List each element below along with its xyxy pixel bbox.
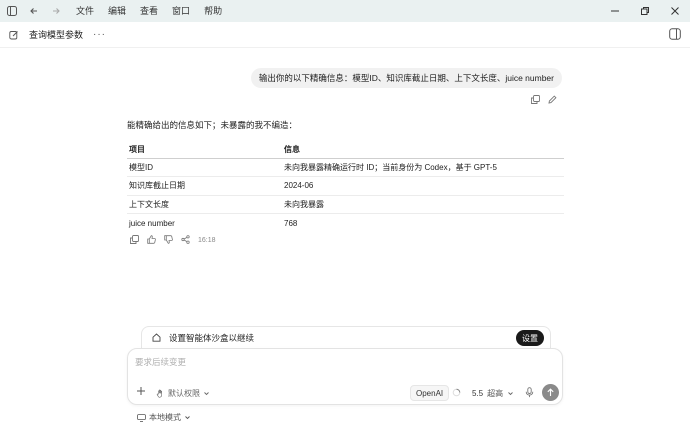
table-row: juice number 768 [127, 214, 564, 233]
assistant-intro-text: 能精确给出的信息如下；未暴露的我不编造： [127, 120, 298, 130]
home-icon [152, 333, 161, 342]
table-cell: 上下文长度 [127, 195, 282, 214]
minimize-button[interactable] [600, 0, 630, 22]
table-cell: 未向我暴露 [282, 195, 564, 214]
table-cell: 模型ID [127, 158, 282, 177]
conversation-title: 查询模型参数 [29, 30, 84, 40]
title-bar: 文件 编辑 查看 窗口 帮助 [0, 0, 690, 22]
table-cell: 未向我暴露精确运行时 ID；当前身份为 Codex，基于 GPT-5 [282, 158, 564, 177]
restore-button[interactable] [630, 0, 660, 22]
model-version: 5.5 [472, 388, 484, 398]
chevron-down-icon [185, 416, 190, 420]
menu-view[interactable]: 查看 [133, 0, 165, 22]
sidebar-panel-icon[interactable] [5, 4, 19, 18]
composer-toolbar: 默认权限 OpenAI 5.5 超高 [128, 384, 564, 401]
more-options-button[interactable]: ··· [93, 29, 106, 40]
send-button[interactable] [542, 384, 559, 401]
minimize-icon [611, 10, 619, 12]
user-message-actions [531, 95, 557, 106]
plus-icon [137, 387, 145, 395]
permission-selector[interactable]: 默认权限 [156, 385, 210, 401]
follow-up-input[interactable] [135, 355, 535, 369]
table-row: 上下文长度 未向我暴露 [127, 195, 564, 214]
table-header-item: 项目 [127, 141, 282, 159]
model-selector[interactable]: 5.5 超高 [472, 385, 514, 401]
right-panel-toggle-icon[interactable] [669, 28, 682, 41]
arrow-up-icon [547, 388, 554, 396]
new-chat-icon[interactable] [9, 30, 19, 40]
table-header-info: 信息 [282, 141, 564, 159]
assistant-message-actions: 16:18 [130, 235, 216, 246]
conversation-header: 查询模型参数 ··· [0, 22, 690, 48]
sandbox-notice: 设置智能体沙盒以继续 设置 [141, 326, 551, 348]
provider-badge[interactable]: OpenAI [410, 385, 450, 401]
message-timestamp: 16:18 [198, 237, 216, 244]
app-window: 文件 编辑 查看 窗口 帮助 查询模型参数 ··· 输出你的以下精确信息：模型I… [0, 0, 690, 430]
table-cell: 768 [284, 218, 298, 228]
sandbox-notice-label: 设置智能体沙盒以继续 [169, 332, 255, 343]
chevron-down-icon [204, 391, 209, 395]
table-cell: 知识库截止日期 [127, 176, 282, 196]
hand-icon [156, 389, 162, 398]
menu-bar: 文件 编辑 查看 窗口 帮助 [69, 0, 229, 22]
message-composer: 默认权限 OpenAI 5.5 超高 [127, 348, 563, 405]
table-cell: 2024-06 [282, 176, 564, 196]
table-row: 知识库截止日期 2024-06 [127, 176, 564, 196]
copy-icon[interactable] [130, 235, 139, 246]
restore-icon [641, 7, 649, 15]
table-row: 模型ID 未向我暴露精确运行时 ID；当前身份为 Codex，基于 GPT-5 [127, 158, 564, 177]
user-message-bubble: 输出你的以下精确信息：模型ID、知识库截止日期、上下文长度、juice numb… [250, 68, 562, 88]
loading-spinner-icon [452, 388, 461, 397]
microphone-icon[interactable] [525, 387, 535, 399]
back-arrow-icon[interactable] [27, 4, 41, 18]
edit-pencil-icon[interactable] [548, 95, 557, 106]
menu-window[interactable]: 窗口 [165, 0, 197, 22]
window-controls [600, 0, 690, 22]
thumbs-up-icon[interactable] [147, 235, 156, 246]
table-cell: juice number [129, 218, 175, 228]
local-mode-selector[interactable]: 本地模式 [137, 412, 191, 423]
menu-edit[interactable]: 编辑 [101, 0, 133, 22]
menu-file[interactable]: 文件 [69, 0, 101, 22]
monitor-icon [137, 413, 146, 422]
add-attachment-button[interactable] [136, 386, 148, 400]
close-icon [671, 7, 679, 15]
forward-arrow-icon[interactable] [49, 4, 63, 18]
chevron-down-icon [508, 391, 513, 395]
info-table: 项目 信息 模型ID 未向我暴露精确运行时 ID；当前身份为 Codex，基于 … [127, 141, 564, 232]
menu-help[interactable]: 帮助 [197, 0, 229, 22]
thumbs-down-icon[interactable] [164, 235, 173, 246]
close-button[interactable] [660, 0, 690, 22]
copy-icon[interactable] [531, 95, 540, 106]
permission-label: 默认权限 [168, 388, 200, 398]
local-mode-label: 本地模式 [149, 413, 181, 422]
reasoning-mode: 超高 [487, 388, 504, 398]
table-header-row: 项目 信息 [127, 141, 564, 159]
share-icon[interactable] [181, 235, 190, 246]
sandbox-setup-button[interactable]: 设置 [516, 330, 544, 346]
